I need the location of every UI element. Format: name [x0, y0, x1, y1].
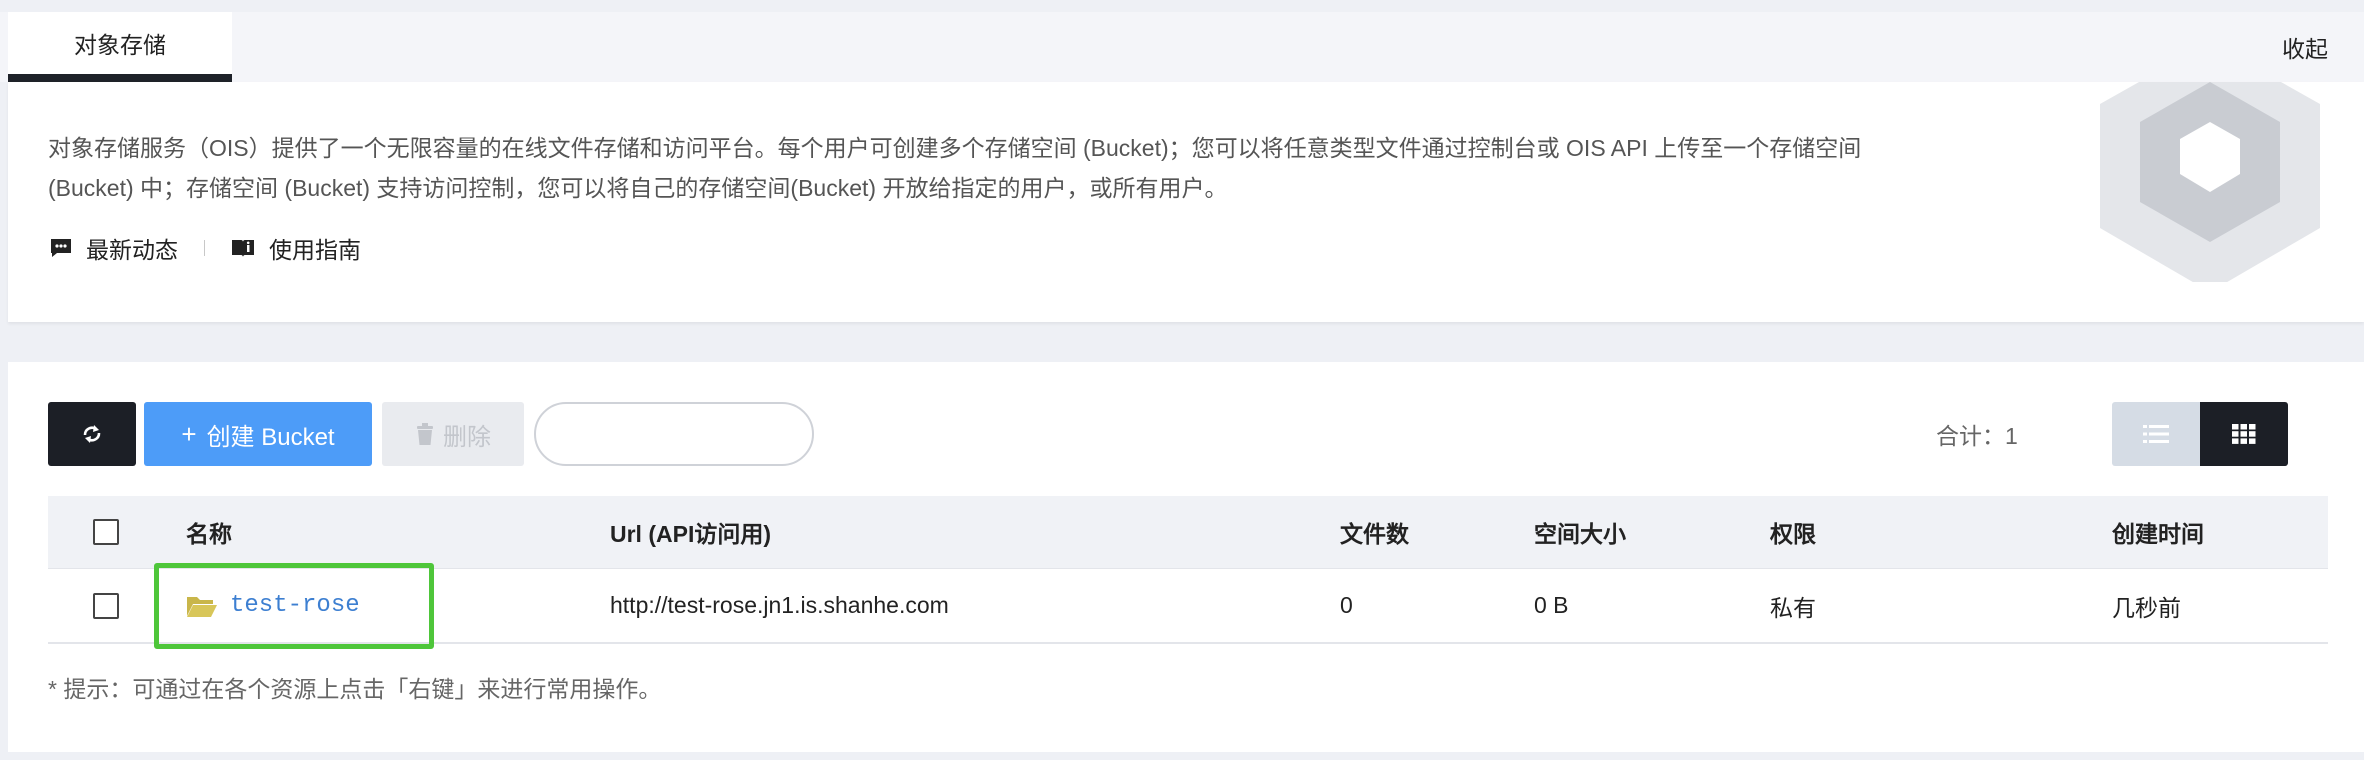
- delete-label: 删除: [443, 423, 491, 451]
- row-select-cell: [93, 569, 119, 642]
- row-checkbox[interactable]: [93, 592, 119, 619]
- column-header-files[interactable]: 文件数: [1340, 496, 1409, 568]
- column-header-created[interactable]: 创建时间: [2112, 496, 2204, 568]
- list-view-icon: [2143, 425, 2169, 443]
- column-header-url[interactable]: Url (API访问用): [610, 496, 771, 568]
- list-view-button[interactable]: [2112, 402, 2200, 466]
- bucket-url: http://test-rose.jn1.is.shanhe.com: [610, 592, 949, 618]
- table-header: 名称 Url (API访问用) 文件数 空间大小 权限 创建时间: [48, 496, 2328, 568]
- column-header-permission[interactable]: 权限: [1770, 496, 1816, 568]
- table-row[interactable]: test-rose http://test-rose.jn1.is.shanhe…: [48, 563, 2328, 649]
- news-label: 最新动态: [86, 237, 178, 263]
- trash-icon: [417, 423, 433, 445]
- link-divider: [204, 240, 205, 256]
- bucket-created-time: 几秒前: [2112, 594, 2181, 621]
- refresh-icon: [83, 425, 101, 443]
- bucket-file-count: 0: [1340, 592, 1353, 618]
- plus-icon: +: [181, 418, 197, 449]
- bucket-table: 名称 Url (API访问用) 文件数 空间大小 权限 创建时间 test-ro…: [48, 496, 2328, 649]
- guide-link[interactable]: 使用指南: [231, 231, 361, 265]
- create-bucket-button[interactable]: + 创建 Bucket: [144, 402, 372, 466]
- grid-view-button[interactable]: [2200, 402, 2288, 466]
- bucket-name-link[interactable]: test-rose: [230, 592, 360, 619]
- create-bucket-label: 创建 Bucket: [206, 423, 335, 451]
- description-line-1: 对象存储服务（OIS）提供了一个无限容量的在线文件存储和访问平台。每个用户可创建…: [48, 135, 1862, 161]
- total-count: 合计：1: [1936, 423, 2018, 449]
- top-tabbar: 对象存储 收起: [0, 12, 2364, 82]
- usage-tip: * 提示：可通过在各个资源上点击「右键」来进行常用操作。: [48, 676, 662, 702]
- select-all-cell: [93, 496, 119, 568]
- news-link[interactable]: 最新动态: [50, 231, 178, 265]
- description-line-2: (Bucket) 中；存储空间 (Bucket) 支持访问控制，您可以将自己的存…: [48, 175, 1228, 201]
- delete-button[interactable]: 删除: [382, 402, 524, 466]
- guide-label: 使用指南: [269, 237, 361, 263]
- select-all-checkbox[interactable]: [93, 519, 119, 545]
- bucket-size: 0 B: [1534, 592, 1569, 618]
- service-description: 对象存储服务（OIS）提供了一个无限容量的在线文件存储和访问平台。每个用户可创建…: [48, 128, 1968, 208]
- bucket-permission: 私有: [1770, 594, 1816, 621]
- intro-links: 最新动态 使用指南: [50, 228, 361, 268]
- collapse-button[interactable]: 收起: [2282, 12, 2328, 82]
- column-header-size[interactable]: 空间大小: [1534, 496, 1626, 568]
- intro-card: 对象存储服务（OIS）提供了一个无限容量的在线文件存储和访问平台。每个用户可创建…: [8, 82, 2364, 322]
- hexagon-logo: [2100, 82, 2320, 282]
- column-header-name[interactable]: 名称: [186, 496, 232, 568]
- folder-open-icon: [187, 596, 217, 617]
- search-input[interactable]: [534, 402, 814, 466]
- chat-icon: [51, 239, 71, 257]
- grid-view-icon: [2232, 424, 2256, 444]
- bucket-name-cell[interactable]: test-rose: [186, 569, 360, 642]
- bucket-panel: + 创建 Bucket 删除 合计：1 名称 Url (API访问用) 文件数 …: [8, 362, 2364, 752]
- refresh-button[interactable]: [48, 402, 136, 466]
- tab-object-storage[interactable]: 对象存储: [8, 12, 232, 82]
- book-icon: [232, 240, 254, 257]
